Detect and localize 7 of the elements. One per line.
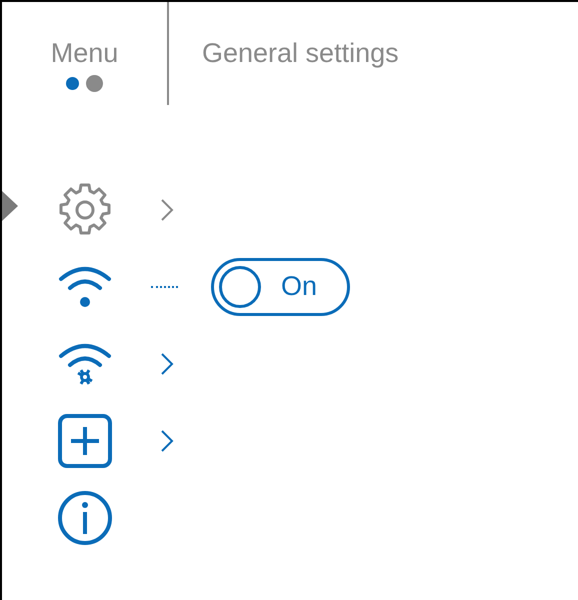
menu-label: Menu bbox=[50, 38, 118, 68]
info-icon[interactable] bbox=[57, 490, 113, 546]
on-off-toggle[interactable]: On bbox=[211, 258, 350, 316]
leader-line bbox=[151, 286, 178, 288]
page-title: General settings bbox=[202, 38, 399, 68]
add-icon[interactable] bbox=[57, 412, 113, 468]
gear-icon[interactable] bbox=[57, 182, 113, 238]
